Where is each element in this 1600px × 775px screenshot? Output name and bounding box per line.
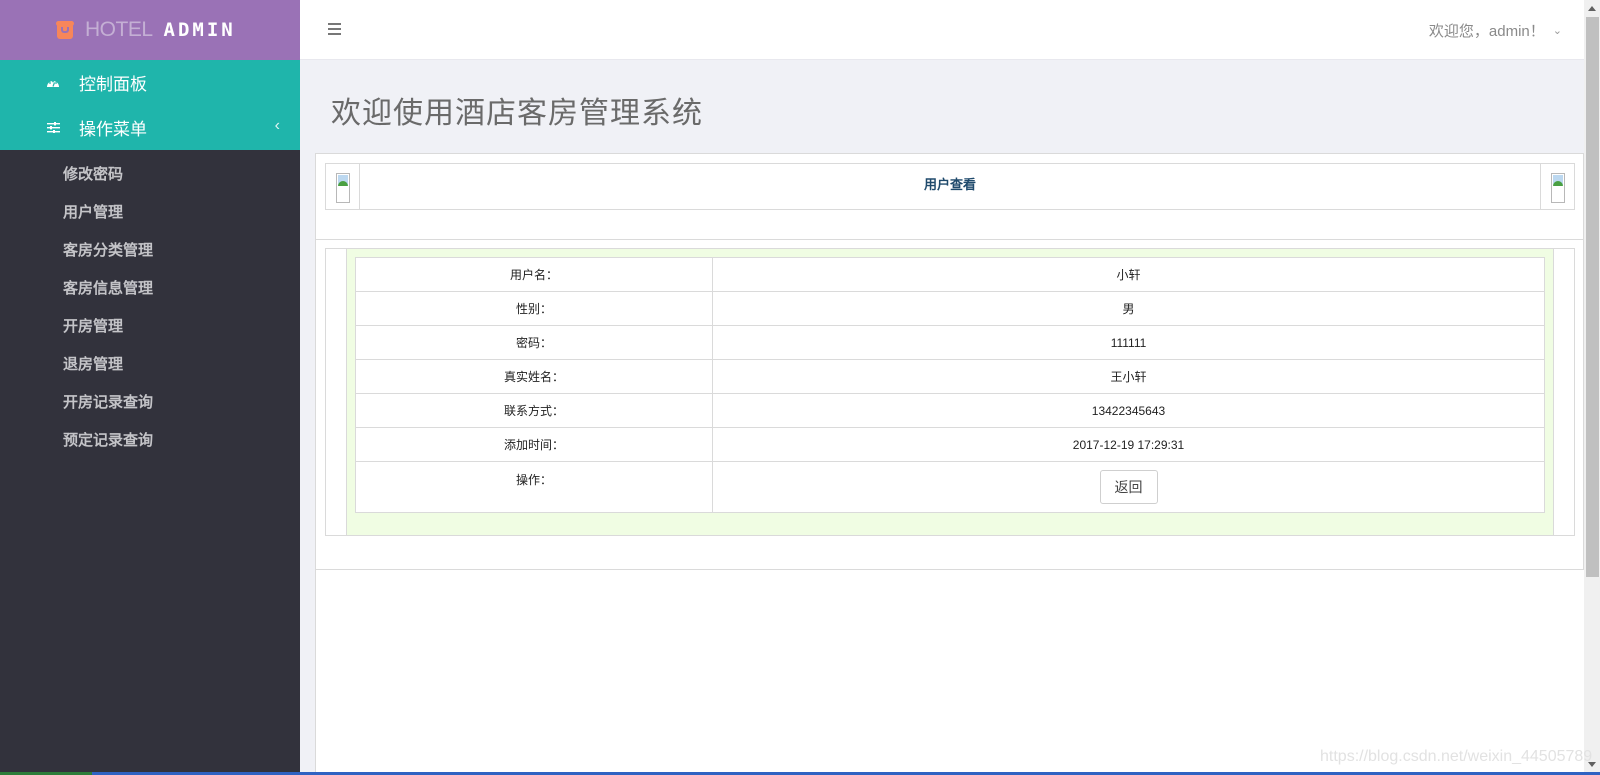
sidebar-item-check-out-management[interactable]: 退房管理 [0,344,300,382]
brand-logo[interactable]: HOTEL ADMIN [0,0,300,60]
back-button[interactable]: 返回 [1099,470,1158,504]
dashboard-gauge-icon [45,75,61,91]
field-value-password: 111111 [712,325,1545,360]
main-content: 欢迎使用酒店客房管理系统 用户查看 用户名： 小轩 性别： 男 密码： 1111… [300,60,1584,772]
field-label-contact: 联系方式： [355,393,713,428]
divider [316,239,1583,240]
table-row: 用户名： 小轩 [355,257,1545,292]
sidebar-item-room-category-management[interactable]: 客房分类管理 [0,230,300,268]
section-title-bar: 用户查看 [325,163,1575,210]
sidebar-item-user-management[interactable]: 用户管理 [0,192,300,230]
hamburger-icon[interactable] [328,23,341,35]
sidebar-submenu: 修改密码 用户管理 客房分类管理 客房信息管理 开房管理 退房管理 开房记录查询… [0,150,300,458]
field-label-operations: 操作： [355,461,713,513]
field-label-real-name: 真实姓名： [355,359,713,394]
table-row: 添加时间： 2017-12-19 17:29:31 [355,427,1545,462]
user-view-box: 用户查看 用户名： 小轩 性别： 男 密码： 111111 真实姓名： 王小轩 … [316,153,1584,570]
details-frame-right-gutter [1553,249,1574,535]
table-row: 性别： 男 [355,291,1545,326]
brand-text-admin: ADMIN [163,19,236,41]
operations-cell: 返回 [712,461,1545,513]
top-header: 欢迎您，admin！ ⌄ [300,0,1584,60]
sidebar-item-operations-menu[interactable]: 操作菜单 ‹ [0,105,300,150]
page-title: 欢迎使用酒店客房管理系统 [331,96,703,131]
field-label-added-time: 添加时间： [355,427,713,462]
broken-image-icon [335,173,350,203]
field-value-gender: 男 [712,291,1545,326]
user-greeting: 欢迎您，admin！ [1428,23,1545,40]
field-value-contact: 13422345643 [712,393,1545,428]
field-label-password: 密码： [355,325,713,360]
brand-text-hotel: HOTEL [85,18,153,41]
sidebar-item-check-in-records[interactable]: 开房记录查询 [0,382,300,420]
broken-image-icon [1550,173,1565,203]
field-label-username: 用户名： [355,257,713,292]
field-value-username: 小轩 [712,257,1545,292]
sidebar-item-dashboard[interactable]: 控制面板 [0,60,300,105]
chevron-left-icon[interactable]: ‹ [275,117,280,135]
user-menu-dropdown[interactable]: 欢迎您，admin！ ⌄ [1429,20,1562,41]
content-panel: 用户查看 用户名： 小轩 性别： 男 密码： 111111 真实姓名： 王小轩 … [315,153,1584,772]
vertical-scrollbar[interactable] [1584,0,1600,772]
table-row: 联系方式： 13422345643 [355,393,1545,428]
section-title: 用户查看 [923,177,976,192]
sidebar-item-label: 操作菜单 [79,120,147,139]
sidebar-top-nav: 控制面板 操作菜单 ‹ [0,60,300,150]
paint-bucket-icon [56,20,74,40]
watermark: https://blog.csdn.net/weixin_44505789 [1320,748,1593,765]
field-value-real-name: 王小轩 [712,359,1545,394]
details-frame-left-gutter [326,249,347,535]
table-row-operations: 操作： 返回 [355,461,1545,513]
sidebar-item-label: 控制面板 [79,75,147,94]
sidebar-item-room-info-management[interactable]: 客房信息管理 [0,268,300,306]
user-details-table: 用户名： 小轩 性别： 男 密码： 111111 真实姓名： 王小轩 联系方式：… [355,257,1545,513]
chevron-down-icon: ⌄ [1552,25,1562,37]
sliders-icon [45,120,61,136]
title-bar-right-cell [1540,164,1574,209]
field-value-added-time: 2017-12-19 17:29:31 [712,427,1545,462]
sidebar: HOTEL ADMIN 控制面板 操作菜单 ‹ 修改密码 用户管理 客房分类管理… [0,0,300,772]
details-background: 用户名： 小轩 性别： 男 密码： 111111 真实姓名： 王小轩 联系方式：… [347,249,1553,535]
sidebar-item-reservation-records[interactable]: 预定记录查询 [0,420,300,458]
details-frame: 用户名： 小轩 性别： 男 密码： 111111 真实姓名： 王小轩 联系方式：… [325,248,1575,536]
sidebar-item-change-password[interactable]: 修改密码 [0,154,300,192]
app-root: HOTEL ADMIN 控制面板 操作菜单 ‹ 修改密码 用户管理 客房分类管理… [0,0,1600,775]
scrollbar-thumb[interactable] [1586,17,1599,577]
title-bar-left-cell [326,164,360,209]
scroll-up-arrow-icon[interactable] [1588,6,1596,11]
sidebar-item-check-in-management[interactable]: 开房管理 [0,306,300,344]
table-row: 密码： 111111 [355,325,1545,360]
table-row: 真实姓名： 王小轩 [355,359,1545,394]
field-label-gender: 性别： [355,291,713,326]
